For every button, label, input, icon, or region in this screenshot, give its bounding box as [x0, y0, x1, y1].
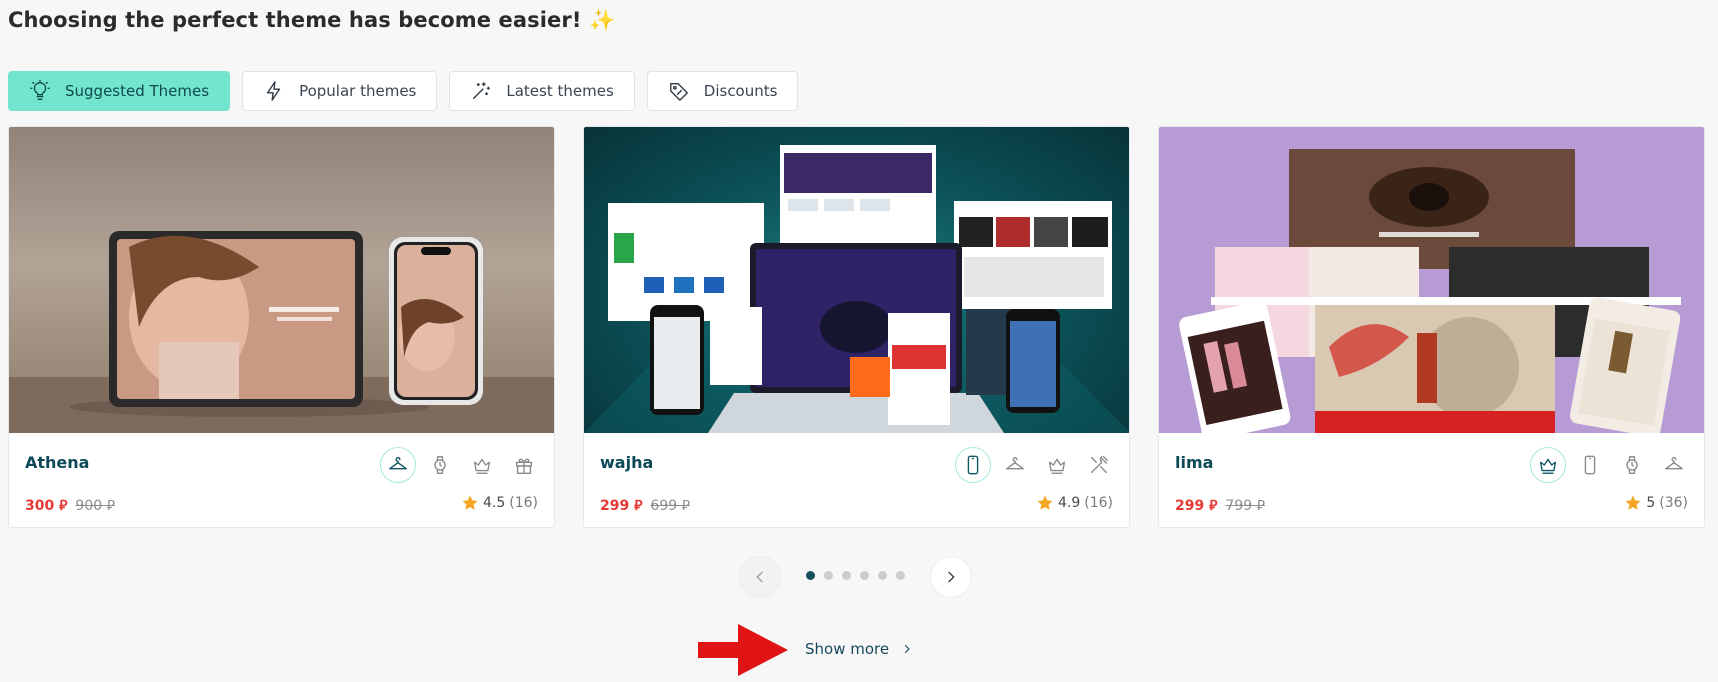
theme-name[interactable]: Athena	[25, 453, 89, 472]
current-price: 299 ⃁	[1175, 498, 1218, 514]
tab-discounts[interactable]: Discounts	[646, 71, 799, 111]
red-arrow-annotation	[698, 624, 788, 676]
carousel-dot[interactable]	[896, 571, 905, 580]
rating-value: 5	[1646, 495, 1656, 511]
utensils-icon[interactable]	[1081, 447, 1117, 483]
lightning-icon	[266, 81, 281, 101]
theme-name[interactable]: lima	[1175, 453, 1213, 472]
price-tag-icon	[669, 82, 688, 101]
carousel-dot[interactable]	[842, 571, 851, 580]
category-icons	[380, 447, 542, 483]
carousel-pagination	[806, 571, 905, 580]
original-price: 900 ⃁	[75, 498, 115, 514]
carousel-dot[interactable]	[878, 571, 887, 580]
rating: 4.9 (16)	[1036, 494, 1113, 512]
show-more-label: Show more	[805, 640, 890, 658]
hanger-icon[interactable]	[380, 447, 416, 483]
theme-preview-image[interactable]	[1159, 127, 1704, 433]
carousel-dot[interactable]	[806, 571, 815, 580]
review-count: (36)	[1659, 495, 1688, 511]
star-icon	[1037, 495, 1053, 510]
page-heading: Choosing the perfect theme has become ea…	[8, 8, 616, 32]
chevron-left-icon	[756, 571, 763, 583]
tab-popular-themes[interactable]: Popular themes	[242, 71, 438, 111]
crown-icon[interactable]	[1530, 447, 1566, 483]
gift-icon[interactable]	[506, 447, 542, 483]
current-price: 300 ⃁	[25, 498, 68, 514]
wajha-devices-illustration	[584, 145, 1129, 433]
rating: 4.5 (16)	[461, 494, 538, 512]
review-count: (16)	[509, 495, 538, 511]
rating-value: 4.5	[482, 495, 506, 511]
carousel-prev-button[interactable]	[739, 556, 781, 598]
tab-label: Suggested Themes	[65, 82, 210, 100]
crown-icon[interactable]	[1039, 447, 1075, 483]
category-icons	[1530, 447, 1692, 483]
rating-value: 4.9	[1057, 495, 1081, 511]
current-price: 299 ⃁	[600, 498, 643, 514]
carousel-next-button[interactable]	[930, 556, 972, 598]
category-icons	[955, 447, 1117, 483]
card-body: Athena	[9, 433, 554, 527]
carousel-controls	[0, 556, 1718, 598]
hanger-icon[interactable]	[997, 447, 1033, 483]
theme-card-wajha[interactable]: wajha	[583, 126, 1130, 528]
lightbulb-icon	[30, 80, 50, 100]
price: 300 ⃁ 900 ⃁	[25, 496, 115, 514]
carousel-dot[interactable]	[824, 571, 833, 580]
lima-devices-illustration	[1179, 149, 1681, 433]
theme-preview-image[interactable]	[584, 127, 1129, 433]
chevron-right-icon	[905, 644, 910, 654]
theme-filter-tabs: Suggested Themes Popular themes Latest t…	[8, 71, 799, 111]
theme-card-athena[interactable]: Athena	[8, 126, 555, 528]
tab-label: Latest themes	[506, 82, 614, 100]
athena-devices-illustration	[9, 231, 554, 433]
price: 299 ⃁ 799 ⃁	[1175, 496, 1265, 514]
original-price: 699 ⃁	[650, 498, 690, 514]
theme-cards: Athena	[8, 126, 1705, 528]
phone-icon[interactable]	[955, 447, 991, 483]
original-price: 799 ⃁	[1225, 498, 1265, 514]
rating: 5 (36)	[1624, 494, 1688, 512]
theme-preview-image[interactable]	[9, 127, 554, 433]
tab-latest-themes[interactable]: Latest themes	[449, 71, 635, 111]
tab-label: Popular themes	[299, 82, 417, 100]
tab-label: Discounts	[703, 82, 778, 100]
theme-card-lima[interactable]: lima	[1158, 126, 1705, 528]
star-icon	[462, 495, 478, 510]
carousel-dot[interactable]	[860, 571, 869, 580]
chevron-right-icon	[948, 571, 955, 583]
card-body: wajha	[584, 433, 1129, 527]
magic-wand-icon	[473, 82, 491, 100]
phone-icon[interactable]	[1572, 447, 1608, 483]
star-icon	[1625, 495, 1641, 510]
card-body: lima	[1159, 433, 1704, 527]
theme-name[interactable]: wajha	[600, 453, 653, 472]
price: 299 ⃁ 699 ⃁	[600, 496, 690, 514]
watch-icon[interactable]	[422, 447, 458, 483]
show-more-link[interactable]: Show more	[805, 640, 913, 658]
crown-icon[interactable]	[464, 447, 500, 483]
watch-icon[interactable]	[1614, 447, 1650, 483]
hanger-icon[interactable]	[1656, 447, 1692, 483]
page: Choosing the perfect theme has become ea…	[0, 0, 1718, 682]
review-count: (16)	[1084, 495, 1113, 511]
tab-suggested-themes[interactable]: Suggested Themes	[8, 71, 231, 111]
